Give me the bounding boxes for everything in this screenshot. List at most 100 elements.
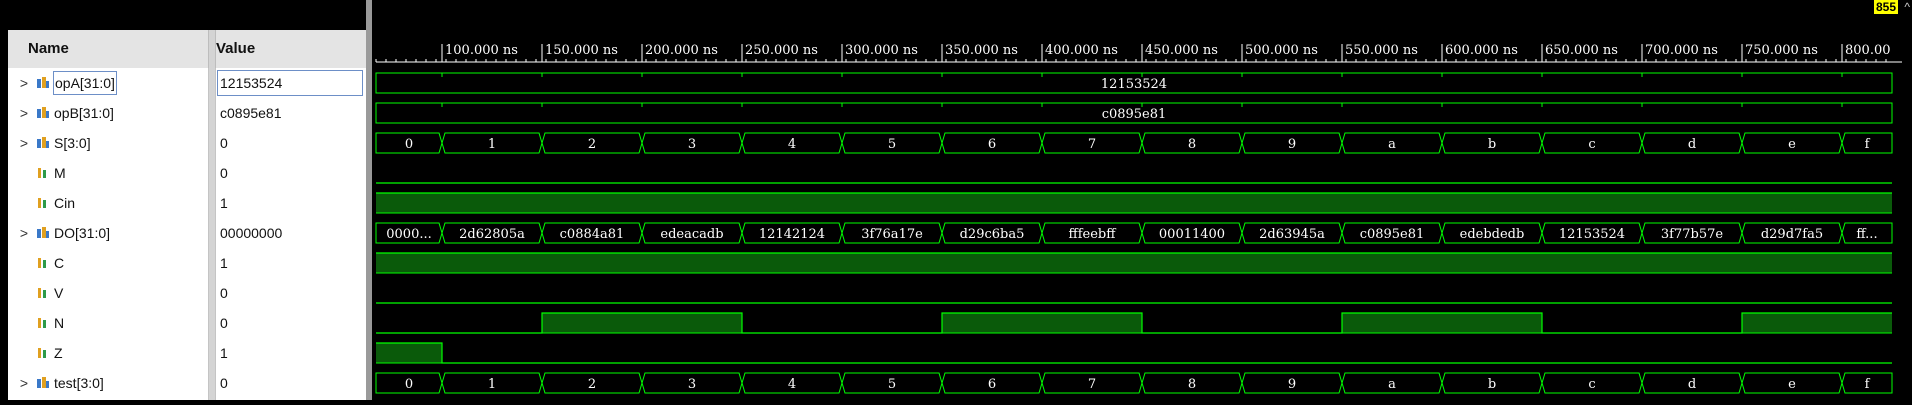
Cin-high-fill	[1542, 193, 1642, 213]
Cin-high-fill	[1642, 193, 1742, 213]
signal-name-v[interactable]: V	[54, 278, 63, 308]
signal-row[interactable]: > opB[31:0] c0895e81	[8, 98, 366, 128]
C-high-fill	[376, 253, 442, 273]
DO-bus-value-label: c0884a81	[560, 227, 625, 242]
name-column-header[interactable]: Name	[28, 30, 69, 68]
column-divider[interactable]	[208, 30, 216, 68]
Cin-high-fill	[942, 193, 1042, 213]
signal-name-opa[interactable]: opA[31:0]	[53, 71, 117, 95]
N-high-fill	[1042, 313, 1142, 333]
Cin-high-fill	[1442, 193, 1542, 213]
S-bus-value-label: a	[1388, 137, 1396, 152]
expand-chevron-icon[interactable]: >	[18, 368, 30, 398]
C-high-fill	[842, 253, 942, 273]
signal-row[interactable]: M0	[8, 158, 366, 188]
bus-signal-icon	[36, 76, 50, 90]
C-high-fill	[1342, 253, 1442, 273]
S-bus-value-label: 4	[788, 137, 796, 152]
bit-signal-icon	[36, 166, 50, 180]
S-bus-value-label: 9	[1288, 137, 1296, 152]
signal-value-opb: c0895e81	[220, 105, 282, 121]
signal-value-m: 0	[220, 165, 228, 181]
signal-value-s: 0	[220, 135, 228, 151]
test-bus-value-label: a	[1388, 377, 1396, 392]
cursor-time-marker[interactable]: 855	[1873, 0, 1898, 14]
Cin-high-fill	[742, 193, 842, 213]
N-high-fill	[1742, 313, 1842, 333]
expand-chevron-icon[interactable]: >	[18, 68, 30, 98]
C-high-fill	[1742, 253, 1842, 273]
time-tick-label: 750.000 ns	[1745, 43, 1818, 58]
DO-bus-value-label: 0000...	[386, 227, 431, 242]
N-high-fill	[542, 313, 642, 333]
S-bus-value-label: 7	[1088, 137, 1096, 152]
test-bus-value-label: c	[1588, 377, 1595, 392]
signal-name-test[interactable]: test[3:0]	[54, 368, 104, 398]
Cin-high-fill	[842, 193, 942, 213]
Z-waveform	[376, 342, 1892, 364]
N-high-fill	[1342, 313, 1442, 333]
signal-name-cin[interactable]: Cin	[54, 188, 75, 218]
bus-signal-icon	[36, 376, 50, 390]
signal-row[interactable]: Cin 1	[8, 188, 366, 218]
DO-bus-value-label: c0895e81	[1360, 227, 1425, 242]
signal-row[interactable]: > S[3:0] 0	[8, 128, 366, 158]
expand-chevron-icon[interactable]: >	[18, 218, 30, 248]
Cin-high-fill	[1842, 193, 1892, 213]
S-bus-value-label: b	[1488, 137, 1496, 152]
signal-value-opa: 12153524	[217, 70, 363, 96]
bit-signal-icon	[36, 346, 50, 360]
C-high-fill	[942, 253, 1042, 273]
signal-row[interactable]: > opA[31:0] 12153524	[8, 68, 366, 98]
DO-bus-value-label: edeacadb	[660, 227, 723, 242]
Cin-high-fill	[1242, 193, 1342, 213]
test-bus-value-label: d	[1688, 377, 1696, 392]
S-bus-value-label: 3	[688, 137, 696, 152]
waveform-canvas[interactable]: 100.000 ns 150.000 ns 200.000 ns 250.000 ns…	[372, 0, 1912, 400]
DO-bus-value-label: 12142124	[759, 227, 825, 242]
signal-name-opb[interactable]: opB[31:0]	[54, 98, 114, 128]
DO-bus-value-label: 12153524	[1559, 227, 1625, 242]
signal-name-z[interactable]: Z	[54, 338, 63, 368]
N-high-fill	[1442, 313, 1542, 333]
time-tick-label: 600.000 ns	[1445, 43, 1518, 58]
time-tick-label: 700.000 ns	[1645, 43, 1718, 58]
DO-bus-value-label: 3f76a17e	[861, 227, 923, 242]
DO-bus-value-label: fffeebff	[1069, 227, 1118, 242]
time-tick-label: 150.000 ns	[545, 43, 618, 58]
signal-row[interactable]: N0	[8, 308, 366, 338]
DO-bus-value-label: 2d62805a	[459, 227, 525, 242]
expand-chevron-icon[interactable]: >	[18, 98, 30, 128]
signal-row[interactable]: C1	[8, 248, 366, 278]
bit-signal-icon	[36, 256, 50, 270]
signal-row[interactable]: Z1	[8, 338, 366, 368]
bit-signal-icon	[36, 316, 50, 330]
signal-row[interactable]: > DO[31:0] 00000000	[8, 218, 366, 248]
test-bus-value-label: 3	[688, 377, 696, 392]
signal-row[interactable]: V0	[8, 278, 366, 308]
signal-name-s[interactable]: S[3:0]	[54, 128, 91, 158]
DO-bus-value-label: 00011400	[1159, 227, 1225, 242]
bus-signal-icon	[36, 226, 50, 240]
signal-value-z: 1	[220, 345, 228, 361]
S-bus-value-label: e	[1788, 137, 1796, 152]
S-bus-value-label: f	[1865, 137, 1871, 152]
C-high-fill	[1842, 253, 1892, 273]
value-column-header[interactable]: Value	[216, 30, 255, 68]
DO-bus-value-label: d29c6ba5	[960, 227, 1025, 242]
C-high-fill	[1042, 253, 1142, 273]
DO-bus-value-label: 3f77b57e	[1661, 227, 1723, 242]
expand-chevron-icon[interactable]: >	[18, 128, 30, 158]
signal-name-do[interactable]: DO[31:0]	[54, 218, 110, 248]
C-high-fill	[1542, 253, 1642, 273]
Cin-high-fill	[1042, 193, 1142, 213]
time-tick-label: 450.000 ns	[1145, 43, 1218, 58]
scroll-up-icon[interactable]: ^	[1904, 0, 1910, 14]
signal-name-m[interactable]: M	[54, 158, 66, 188]
signal-name-c[interactable]: C	[54, 248, 64, 278]
signal-name-n[interactable]: N	[54, 308, 64, 338]
N-high-fill	[1842, 313, 1892, 333]
waveform-view[interactable]: 100.000 ns 150.000 ns 200.000 ns 250.000 ns…	[372, 0, 1912, 400]
signal-row[interactable]: > test[3:0] 0	[8, 368, 366, 398]
signal-value-n: 0	[220, 315, 228, 331]
